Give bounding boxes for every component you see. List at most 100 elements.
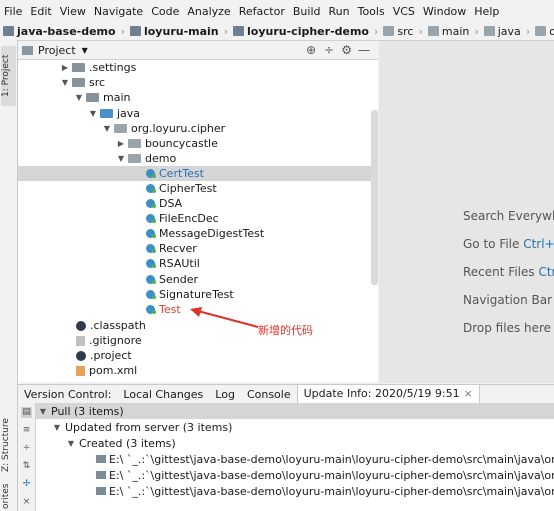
menu-refactor[interactable]: Refactor — [235, 5, 289, 18]
folder-icon — [383, 26, 395, 36]
breadcrumb-item[interactable]: loyuru-cipher-demo — [230, 25, 372, 38]
chevron-right-icon: › — [373, 24, 379, 38]
tab-structure[interactable]: Z: Structure — [1, 412, 16, 478]
menu-view[interactable]: View — [56, 5, 90, 18]
list-item-updated[interactable]: ▼ Updated from server (3 items) — [52, 419, 232, 435]
locate-icon[interactable]: ⊕ — [306, 43, 316, 57]
folder-icon — [72, 78, 85, 87]
chevron-right-icon[interactable]: ▶ — [116, 139, 126, 148]
hint-drop-files: Drop files here to — [463, 321, 554, 335]
class-icon — [146, 229, 156, 238]
tree-item-demo[interactable]: ▼ demo — [18, 151, 378, 166]
chevron-down-icon[interactable]: ▼ — [116, 154, 126, 163]
gear-icon[interactable]: ⚙ — [341, 43, 352, 57]
file-icon — [96, 487, 106, 495]
tab-local-changes[interactable]: Local Changes — [117, 388, 209, 401]
annotation-arrow-icon — [190, 307, 259, 328]
tree-item-bouncycastle[interactable]: ▶ bouncycastle — [18, 136, 378, 151]
breadcrumb-item[interactable]: loyuru-main — [127, 25, 222, 38]
tree-item-dsa[interactable]: DSA — [18, 196, 378, 211]
list-item-file[interactable]: E:\ `_.:`\gittest\java-base-demo\loyuru-… — [94, 467, 554, 483]
tree-item-package[interactable]: ▼ org.loyuru.cipher — [18, 121, 378, 136]
breadcrumb-item[interactable]: src — [380, 25, 416, 38]
group-by-icon[interactable]: ▤ — [21, 407, 32, 418]
tree-item-fileencdec[interactable]: FileEncDec — [18, 211, 378, 226]
close-icon[interactable]: × — [21, 497, 32, 508]
tree-item-messagedigesttest[interactable]: MessageDigestTest — [18, 226, 378, 241]
pin-icon[interactable]: ✢ — [21, 479, 32, 490]
menu-file[interactable]: File — [0, 5, 26, 18]
tree-item-signaturetest[interactable]: SignatureTest — [18, 287, 378, 302]
chevron-right-icon: › — [223, 24, 229, 38]
tree-item-gitignore[interactable]: .gitignore — [18, 333, 378, 348]
tree-item-java[interactable]: ▼ java — [18, 106, 378, 121]
breadcrumb: java-base-demo › loyuru-main › loyuru-ciph… — [0, 22, 554, 41]
menu-navigate[interactable]: Navigate — [90, 5, 147, 18]
menu-build[interactable]: Build — [289, 5, 325, 18]
chevron-down-icon[interactable]: ▼ — [74, 93, 84, 102]
chevron-down-icon[interactable]: ▼ — [88, 109, 98, 118]
list-item-file[interactable]: E:\ `_.:`\gittest\java-base-demo\loyuru-… — [94, 483, 554, 499]
left-tool-strip: 1: Project Z: Structure orites — [0, 40, 18, 511]
menu-edit[interactable]: Edit — [26, 5, 55, 18]
menu-vcs[interactable]: VCS — [389, 5, 419, 18]
list-item-pull[interactable]: ▼ Pull (3 items) — [36, 403, 554, 419]
tab-favorites[interactable]: orites — [1, 482, 16, 510]
tab-log[interactable]: Log — [209, 388, 241, 401]
chevron-right-icon: › — [418, 24, 423, 38]
tree-item-settings[interactable]: ▶ .settings — [18, 60, 378, 75]
tab-project[interactable]: 1: Project — [1, 46, 16, 106]
maven-file-icon — [76, 365, 85, 376]
ide-file-icon — [76, 350, 86, 361]
tree-item-certtest[interactable]: CertTest — [18, 166, 378, 181]
ide-file-icon — [76, 320, 86, 331]
collapse-all-icon[interactable]: ÷ — [324, 43, 334, 57]
hint-recent-files: Recent Files Ctrl- — [463, 265, 554, 279]
dropdown-arrow-icon[interactable]: ▼ — [82, 46, 88, 55]
breadcrumb-item[interactable]: org — [532, 25, 554, 38]
collapse-all-icon[interactable]: ÷ — [21, 443, 32, 454]
menu-analyze[interactable]: Analyze — [183, 5, 234, 18]
breadcrumb-item[interactable]: java-base-demo — [0, 25, 119, 38]
hint-search-everywhere: Search Everywhe — [463, 209, 554, 223]
tab-update-info[interactable]: Update Info: 2020/5/19 9:51 × — [296, 385, 480, 403]
list-item-file[interactable]: E:\ `_.:`\gittest\java-base-demo\loyuru-… — [94, 451, 554, 467]
tree-item-project[interactable]: .project — [18, 348, 378, 363]
chevron-down-icon[interactable]: ▼ — [102, 124, 112, 133]
vcs-update-tree: ▼ Pull (3 items) ▼ Updated from server (3 … — [36, 403, 554, 511]
tree-item-pom[interactable]: pom.xml — [18, 363, 378, 378]
tree-scrollbar[interactable] — [371, 110, 378, 285]
class-icon — [146, 259, 156, 268]
tab-console[interactable]: Console — [241, 388, 297, 401]
diff-icon[interactable]: ⇅ — [21, 461, 32, 472]
tree-item-ciphertest[interactable]: CipherTest — [18, 181, 378, 196]
tree-item-sender[interactable]: Sender — [18, 272, 378, 287]
chevron-down-icon[interactable]: ▼ — [38, 407, 48, 416]
project-panel-title[interactable]: Project — [38, 44, 76, 57]
menu-run[interactable]: Run — [325, 5, 354, 18]
editor-empty-area[interactable]: Search Everywhe Go to File Ctrl+S Recent… — [379, 41, 554, 383]
class-icon — [146, 275, 156, 284]
menu-tools[interactable]: Tools — [354, 5, 389, 18]
breadcrumb-item[interactable]: main — [425, 25, 472, 38]
tree-item-src[interactable]: ▼ src — [18, 75, 378, 90]
menu-window[interactable]: Window — [419, 5, 470, 18]
project-panel-header: Project ▼ ⊕ ÷ ⚙ — — [18, 41, 378, 60]
expand-all-icon[interactable]: ≡ — [21, 425, 32, 436]
chevron-down-icon[interactable]: ▼ — [52, 423, 62, 432]
breadcrumb-item[interactable]: java — [481, 25, 524, 38]
chevron-down-icon[interactable]: ▼ — [60, 78, 70, 87]
class-icon — [146, 199, 156, 208]
tree-item-recver[interactable]: Recver — [18, 241, 378, 256]
menu-help[interactable]: Help — [470, 5, 503, 18]
hint-navigation-bar: Navigation Bar A — [463, 293, 554, 307]
chevron-right-icon: › — [120, 24, 125, 38]
chevron-down-icon[interactable]: ▼ — [66, 439, 76, 448]
list-item-created[interactable]: ▼ Created (3 items) — [66, 435, 176, 451]
tree-item-main[interactable]: ▼ main — [18, 90, 378, 105]
tree-item-rsautil[interactable]: RSAUtil — [18, 256, 378, 271]
close-icon[interactable]: × — [464, 387, 473, 400]
chevron-right-icon[interactable]: ▶ — [60, 63, 70, 72]
minimize-icon[interactable]: — — [358, 43, 370, 57]
menu-code[interactable]: Code — [147, 5, 183, 18]
